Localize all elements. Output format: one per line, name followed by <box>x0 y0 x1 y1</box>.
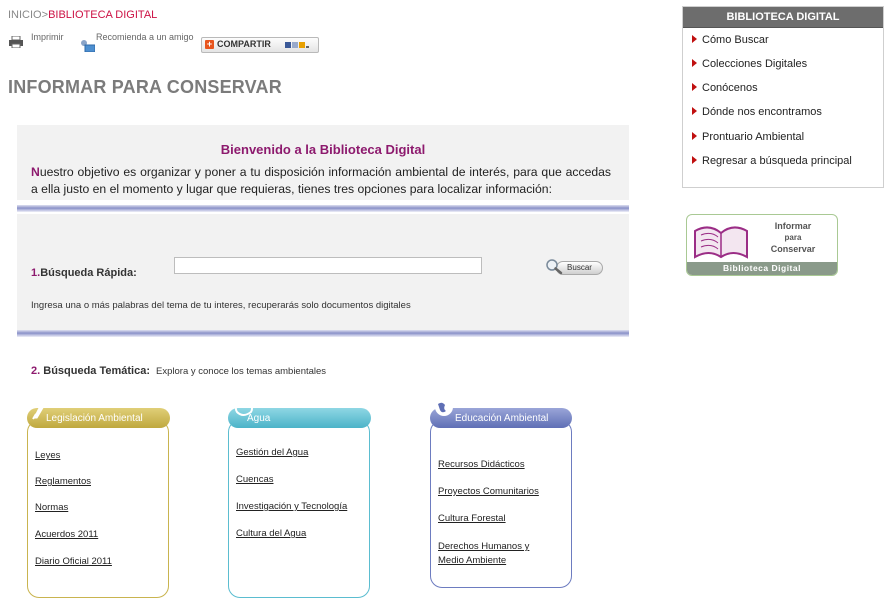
sidebar-item-donde[interactable]: Dónde nos encontramos <box>692 106 822 118</box>
sidebar-item-colecciones[interactable]: Colecciones Digitales <box>692 58 807 70</box>
category-link[interactable]: Normas <box>35 501 68 515</box>
welcome-title: Bienvenido a la Biblioteca Digital <box>220 142 426 157</box>
sidebar-title: BIBLIOTECA DIGITAL <box>683 7 883 28</box>
category-link[interactable]: Recursos Didácticos <box>438 458 525 472</box>
category-header[interactable]: Educación Ambiental <box>430 398 572 428</box>
logo-word-para: para <box>784 233 802 242</box>
welcome-body: uestro objetivo es organizar y poner a t… <box>31 165 611 196</box>
sidebar-item-label: Conócenos <box>702 82 758 94</box>
quick-search-label-text: Búsqueda Rápida: <box>40 267 137 279</box>
category-link[interactable]: Diario Oficial 2011 <box>35 555 112 569</box>
welcome-text: Nuestro objetivo es organizar y poner a … <box>31 164 611 198</box>
breadcrumb: INICIO>BIBLIOTECA DIGITAL <box>8 9 157 21</box>
divider-bar <box>17 205 629 212</box>
sidebar: BIBLIOTECA DIGITAL Cómo Buscar Coleccion… <box>682 6 884 188</box>
category-agua: Agua Gestión del Agua Cuencas Investigac… <box>228 394 371 598</box>
sidebar-item-label: Cómo Buscar <box>702 34 769 46</box>
globe-icon <box>435 398 453 416</box>
main-content: Bienvenido a la Biblioteca Digital Nuest… <box>17 125 629 605</box>
logo-word-informar: Informar <box>774 221 812 231</box>
quick-search-help: Ingresa una o más palabras del tema de t… <box>31 300 411 311</box>
category-link[interactable]: Medio Ambiente <box>438 554 506 568</box>
category-header[interactable]: Agua <box>228 394 371 428</box>
category-legislacion: Legislación Ambiental Leyes Reglamentos … <box>27 396 170 598</box>
page-title: INFORMAR PARA CONSERVAR <box>8 77 282 97</box>
logo-word-conservar: Conservar <box>770 244 816 254</box>
open-book-icon <box>694 226 748 259</box>
welcome-panel: Bienvenido a la Biblioteca Digital Nuest… <box>17 125 629 200</box>
sidebar-item-label: Dónde nos encontramos <box>702 106 822 118</box>
sidebar-item-como-buscar[interactable]: Cómo Buscar <box>692 34 769 46</box>
category-link[interactable]: Gestión del Agua <box>236 446 308 460</box>
quick-search-panel: 1.Búsqueda Rápida: Buscar Ingresa una o … <box>17 214 629 332</box>
share-button[interactable]: + COMPARTIR <box>201 37 319 53</box>
sidebar-item-label: Regresar a búsqueda principal <box>702 155 852 167</box>
thematic-label-text: Búsqueda Temática: <box>43 365 151 377</box>
bullet-arrow-icon <box>692 83 697 91</box>
divider-bar <box>17 330 629 337</box>
category-link[interactable]: Leyes <box>35 449 60 463</box>
category-link[interactable]: Cultura del Agua <box>236 527 306 541</box>
sidebar-item-regresar[interactable]: Regresar a búsqueda principal <box>692 155 852 167</box>
recommend-label: Recomienda a un amigo <box>96 32 194 42</box>
bullet-arrow-icon <box>692 132 697 140</box>
social-icons <box>285 40 310 50</box>
share-label: COMPARTIR <box>217 39 271 49</box>
print-label: Imprimir <box>31 32 64 42</box>
quick-search-number: 1. <box>31 267 41 279</box>
plus-icon: + <box>205 39 214 49</box>
category-link[interactable]: Reglamentos <box>35 475 91 489</box>
thematic-number: 2. <box>31 365 41 377</box>
category-link[interactable]: Derechos Humanos y <box>438 540 529 554</box>
category-link[interactable]: Cuencas <box>236 473 274 487</box>
bullet-arrow-icon <box>692 156 697 164</box>
bullet-arrow-icon <box>692 35 697 43</box>
thematic-sub: Explora y conoce los temas ambientales <box>156 366 327 377</box>
thematic-search-label: 2. Búsqueda Temática: Explora y conoce lo… <box>31 365 326 377</box>
category-title: Agua <box>247 413 271 424</box>
quick-search-input[interactable] <box>174 257 482 274</box>
search-button[interactable]: Buscar <box>544 259 603 275</box>
breadcrumb-home[interactable]: INICIO <box>8 9 42 21</box>
category-title: Legislación Ambiental <box>46 413 143 424</box>
category-link[interactable]: Proyectos Comunitarios <box>438 485 539 499</box>
category-header[interactable]: Legislación Ambiental <box>27 396 170 428</box>
bullet-arrow-icon <box>692 59 697 67</box>
category-educacion: Educación Ambiental Recursos Didácticos … <box>430 398 572 588</box>
category-link[interactable]: Acuerdos 2011 <box>35 528 98 542</box>
sidebar-item-label: Prontuario Ambiental <box>702 131 805 143</box>
breadcrumb-current: BIBLIOTECA DIGITAL <box>48 9 158 21</box>
printer-icon <box>9 36 23 48</box>
informar-para-conservar-logo[interactable]: Informar para Conservar Biblioteca Digit… <box>686 214 838 276</box>
quick-search-label: 1.Búsqueda Rápida: <box>31 267 137 279</box>
magnifier-icon <box>546 259 563 275</box>
sidebar-item-conocenos[interactable]: Conócenos <box>692 82 758 94</box>
category-title: Educación Ambiental <box>455 413 549 424</box>
sidebar-item-prontuario[interactable]: Prontuario Ambiental <box>692 131 804 143</box>
sidebar-item-label: Colecciones Digitales <box>702 58 808 70</box>
category-link[interactable]: Investigación y Tecnología <box>236 500 347 514</box>
category-link[interactable]: Cultura Forestal <box>438 512 506 526</box>
mail-user-icon <box>81 40 95 52</box>
logo-band: Biblioteca Digital <box>687 262 837 275</box>
bullet-arrow-icon <box>692 107 697 115</box>
welcome-first-letter: N <box>31 165 40 179</box>
